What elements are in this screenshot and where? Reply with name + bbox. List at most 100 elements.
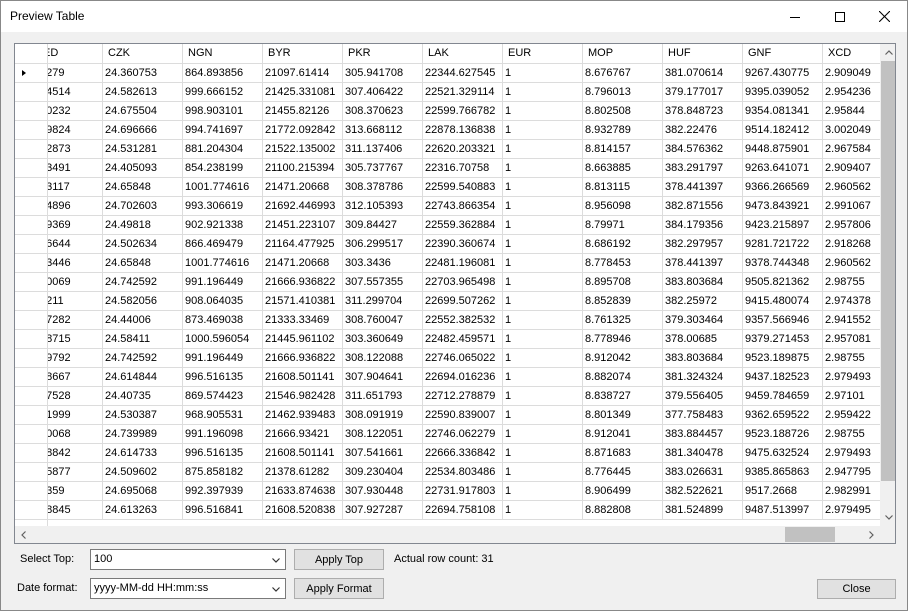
table-cell[interactable]: 866.469479 bbox=[183, 235, 263, 254]
table-cell[interactable]: 2.960562 bbox=[823, 254, 880, 273]
table-cell[interactable]: 1 bbox=[503, 197, 583, 216]
vertical-scroll-thumb[interactable] bbox=[881, 61, 895, 481]
row-header[interactable] bbox=[15, 425, 48, 444]
table-cell[interactable]: 1 bbox=[503, 311, 583, 330]
select-top-combobox[interactable]: 100 bbox=[90, 549, 286, 570]
table-cell[interactable]: 9415.480074 bbox=[743, 292, 823, 311]
table-cell[interactable]: 384.179356 bbox=[663, 216, 743, 235]
table-cell[interactable]: 1 bbox=[503, 254, 583, 273]
table-cell[interactable]: 21445.961102 bbox=[263, 330, 343, 349]
table-cell[interactable]: 991.196098 bbox=[183, 425, 263, 444]
table-cell[interactable]: 307.541661 bbox=[343, 444, 423, 463]
table-cell[interactable]: 24.65848 bbox=[103, 254, 183, 273]
table-cell[interactable]: 24.582056 bbox=[103, 292, 183, 311]
table-cell[interactable]: 8.761325 bbox=[583, 311, 663, 330]
table-cell[interactable]: 24.360753 bbox=[103, 64, 183, 83]
table-cell[interactable]: 308.091919 bbox=[343, 406, 423, 425]
table-cell[interactable]: 881.204304 bbox=[183, 140, 263, 159]
table-cell[interactable]: 8.801349 bbox=[583, 406, 663, 425]
table-cell[interactable]: 305.941708 bbox=[343, 64, 423, 83]
table-cell[interactable]: 21455.82126 bbox=[263, 102, 343, 121]
column-header[interactable]: PKR bbox=[343, 44, 423, 64]
row-header[interactable] bbox=[15, 444, 48, 463]
table-cell[interactable]: 8.871683 bbox=[583, 444, 663, 463]
table-cell[interactable]: 311.299704 bbox=[343, 292, 423, 311]
table-cell[interactable]: 2.95844 bbox=[823, 102, 880, 121]
table-cell[interactable]: 2.98755 bbox=[823, 273, 880, 292]
table-cell[interactable]: 24.702603 bbox=[103, 197, 183, 216]
row-header[interactable] bbox=[15, 254, 48, 273]
table-cell[interactable]: 379.303464 bbox=[663, 311, 743, 330]
table-cell[interactable]: 1 bbox=[503, 102, 583, 121]
table-cell[interactable]: 381.524899 bbox=[663, 501, 743, 520]
table-cell[interactable]: 2.97101 bbox=[823, 387, 880, 406]
table-cell[interactable]: 50069 bbox=[48, 273, 103, 292]
row-header[interactable] bbox=[15, 197, 48, 216]
table-cell[interactable]: 854.238199 bbox=[183, 159, 263, 178]
table-cell[interactable]: 378.848723 bbox=[663, 102, 743, 121]
table-cell[interactable]: 97282 bbox=[48, 311, 103, 330]
table-cell[interactable]: 22390.360674 bbox=[423, 235, 503, 254]
table-cell[interactable]: 24.614844 bbox=[103, 368, 183, 387]
table-cell[interactable]: 1 bbox=[503, 387, 583, 406]
table-cell[interactable]: 2.967584 bbox=[823, 140, 880, 159]
table-cell[interactable]: 381.324324 bbox=[663, 368, 743, 387]
table-cell[interactable]: 307.557355 bbox=[343, 273, 423, 292]
table-cell[interactable]: 1 bbox=[503, 140, 583, 159]
table-cell[interactable]: 9357.566946 bbox=[743, 311, 823, 330]
table-cell[interactable]: 382.22476 bbox=[663, 121, 743, 140]
table-cell[interactable]: 308.370623 bbox=[343, 102, 423, 121]
row-header[interactable] bbox=[15, 311, 48, 330]
table-cell[interactable]: 24.696666 bbox=[103, 121, 183, 140]
table-cell[interactable]: 22521.329114 bbox=[423, 83, 503, 102]
table-cell[interactable]: 24.530387 bbox=[103, 406, 183, 425]
table-cell[interactable]: 998.903101 bbox=[183, 102, 263, 121]
table-cell[interactable]: 9448.875901 bbox=[743, 140, 823, 159]
table-cell[interactable]: 991.196449 bbox=[183, 273, 263, 292]
table-cell[interactable]: 311.651793 bbox=[343, 387, 423, 406]
table-cell[interactable]: 22559.362884 bbox=[423, 216, 503, 235]
table-cell[interactable]: 18715 bbox=[48, 330, 103, 349]
table-cell[interactable]: 1000.596054 bbox=[183, 330, 263, 349]
column-header[interactable]: NGN bbox=[183, 44, 263, 64]
table-cell[interactable]: 22590.839007 bbox=[423, 406, 503, 425]
table-cell[interactable]: 21666.93421 bbox=[263, 425, 343, 444]
table-cell[interactable]: 2.918268 bbox=[823, 235, 880, 254]
table-cell[interactable]: 24.613263 bbox=[103, 501, 183, 520]
table-cell[interactable]: 21471.20668 bbox=[263, 254, 343, 273]
table-cell[interactable]: 32873 bbox=[48, 140, 103, 159]
table-cell[interactable]: 2.979493 bbox=[823, 368, 880, 387]
table-cell[interactable]: 1 bbox=[503, 64, 583, 83]
row-header[interactable] bbox=[15, 349, 48, 368]
table-cell[interactable]: 8.663885 bbox=[583, 159, 663, 178]
column-header[interactable]: CZK bbox=[103, 44, 183, 64]
table-cell[interactable]: 908.064035 bbox=[183, 292, 263, 311]
table-cell[interactable]: 48667 bbox=[48, 368, 103, 387]
table-cell[interactable]: 2.959422 bbox=[823, 406, 880, 425]
table-cell[interactable]: 21378.61282 bbox=[263, 463, 343, 482]
row-header[interactable] bbox=[15, 235, 48, 254]
table-cell[interactable]: 307.927287 bbox=[343, 501, 423, 520]
table-cell[interactable]: 21097.61414 bbox=[263, 64, 343, 83]
table-cell[interactable]: 19369 bbox=[48, 216, 103, 235]
table-cell[interactable]: 22712.278879 bbox=[423, 387, 503, 406]
table-cell[interactable]: 999.666152 bbox=[183, 83, 263, 102]
table-cell[interactable]: 22703.965498 bbox=[423, 273, 503, 292]
table-cell[interactable]: 22599.766782 bbox=[423, 102, 503, 121]
table-cell[interactable]: 8.813115 bbox=[583, 178, 663, 197]
column-header[interactable]: ED bbox=[48, 44, 103, 64]
table-cell[interactable]: 50068 bbox=[48, 425, 103, 444]
table-cell[interactable]: 381.340478 bbox=[663, 444, 743, 463]
table-cell[interactable]: 24.502634 bbox=[103, 235, 183, 254]
table-cell[interactable]: 381.070614 bbox=[663, 64, 743, 83]
row-header[interactable] bbox=[15, 482, 48, 501]
table-cell[interactable]: 21666.936822 bbox=[263, 273, 343, 292]
table-cell[interactable]: 379.556405 bbox=[663, 387, 743, 406]
table-cell[interactable]: 8.778453 bbox=[583, 254, 663, 273]
table-cell[interactable]: 8.676767 bbox=[583, 64, 663, 83]
table-cell[interactable]: 8.838727 bbox=[583, 387, 663, 406]
table-cell[interactable]: 2.98755 bbox=[823, 425, 880, 444]
table-cell[interactable]: 9385.865863 bbox=[743, 463, 823, 482]
table-cell[interactable]: 9378.744348 bbox=[743, 254, 823, 273]
table-cell[interactable]: 303.360649 bbox=[343, 330, 423, 349]
